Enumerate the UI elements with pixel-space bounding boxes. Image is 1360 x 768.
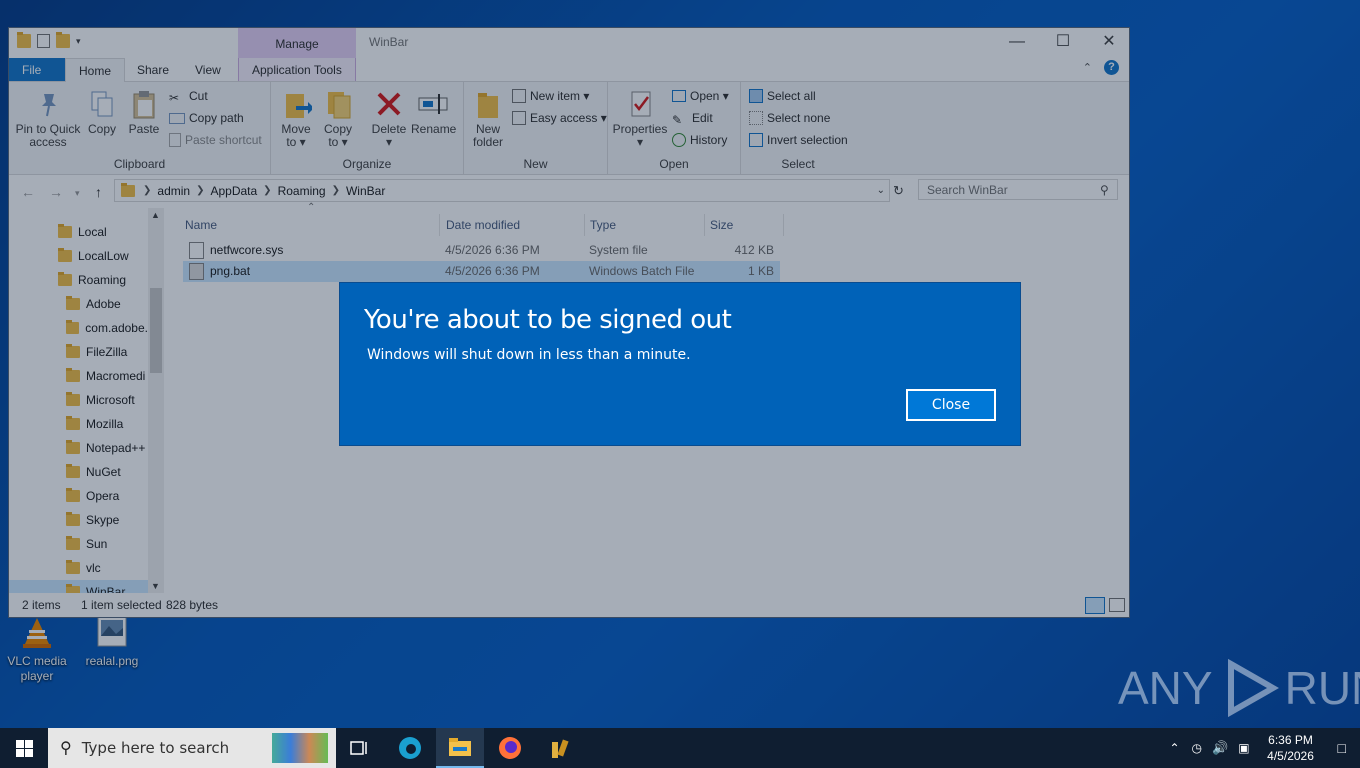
taskbar: ⚲ Type here to search ⌃ ◷ 🔊 ▣ 6:36 PM 4/…	[0, 728, 1360, 768]
system-tray: ⌃ ◷ 🔊 ▣ 6:36 PM 4/5/2026 □	[1169, 728, 1360, 768]
firefox-taskbar-button[interactable]	[486, 728, 534, 768]
edge-taskbar-button[interactable]	[386, 728, 434, 768]
unknown-app-taskbar-button[interactable]	[536, 728, 584, 768]
clock[interactable]: 6:36 PM 4/5/2026	[1256, 732, 1326, 764]
sign-out-dialog: You're about to be signed out Windows wi…	[340, 283, 1020, 445]
watermark-text: ANY	[1118, 662, 1213, 714]
task-view-button[interactable]	[336, 728, 384, 768]
file-explorer-taskbar-button[interactable]	[436, 728, 484, 768]
edge-icon	[399, 737, 421, 759]
dialog-close-button[interactable]: Close	[906, 389, 996, 421]
clock-date: 4/5/2026	[1267, 749, 1314, 763]
show-hidden-icons-chevron-icon[interactable]: ⌃	[1169, 741, 1179, 755]
volume-icon[interactable]: 🔊	[1212, 740, 1228, 756]
task-view-icon	[350, 741, 367, 755]
notifications-icon[interactable]: □	[1338, 740, 1346, 756]
windows-logo-icon	[15, 739, 33, 757]
watermark-text: RUN	[1284, 662, 1360, 714]
play-logo-icon	[1227, 658, 1279, 718]
start-button[interactable]	[0, 728, 48, 768]
firefox-icon	[499, 737, 521, 759]
dialog-title: You're about to be signed out	[364, 305, 732, 335]
anyrun-watermark: ANY RUN	[1118, 658, 1360, 718]
search-highlight-icon	[272, 733, 328, 763]
tools-app-icon	[552, 739, 569, 758]
meet-now-icon[interactable]: ◷	[1192, 741, 1202, 755]
taskbar-search-placeholder: Type here to search	[81, 739, 230, 757]
file-explorer-icon	[449, 738, 471, 756]
search-icon: ⚲	[60, 740, 72, 757]
dialog-message: Windows will shut down in less than a mi…	[367, 347, 691, 363]
taskbar-search-box[interactable]: ⚲ Type here to search	[48, 728, 336, 768]
network-icon[interactable]: ▣	[1238, 741, 1249, 755]
clock-time: 6:36 PM	[1268, 733, 1313, 747]
